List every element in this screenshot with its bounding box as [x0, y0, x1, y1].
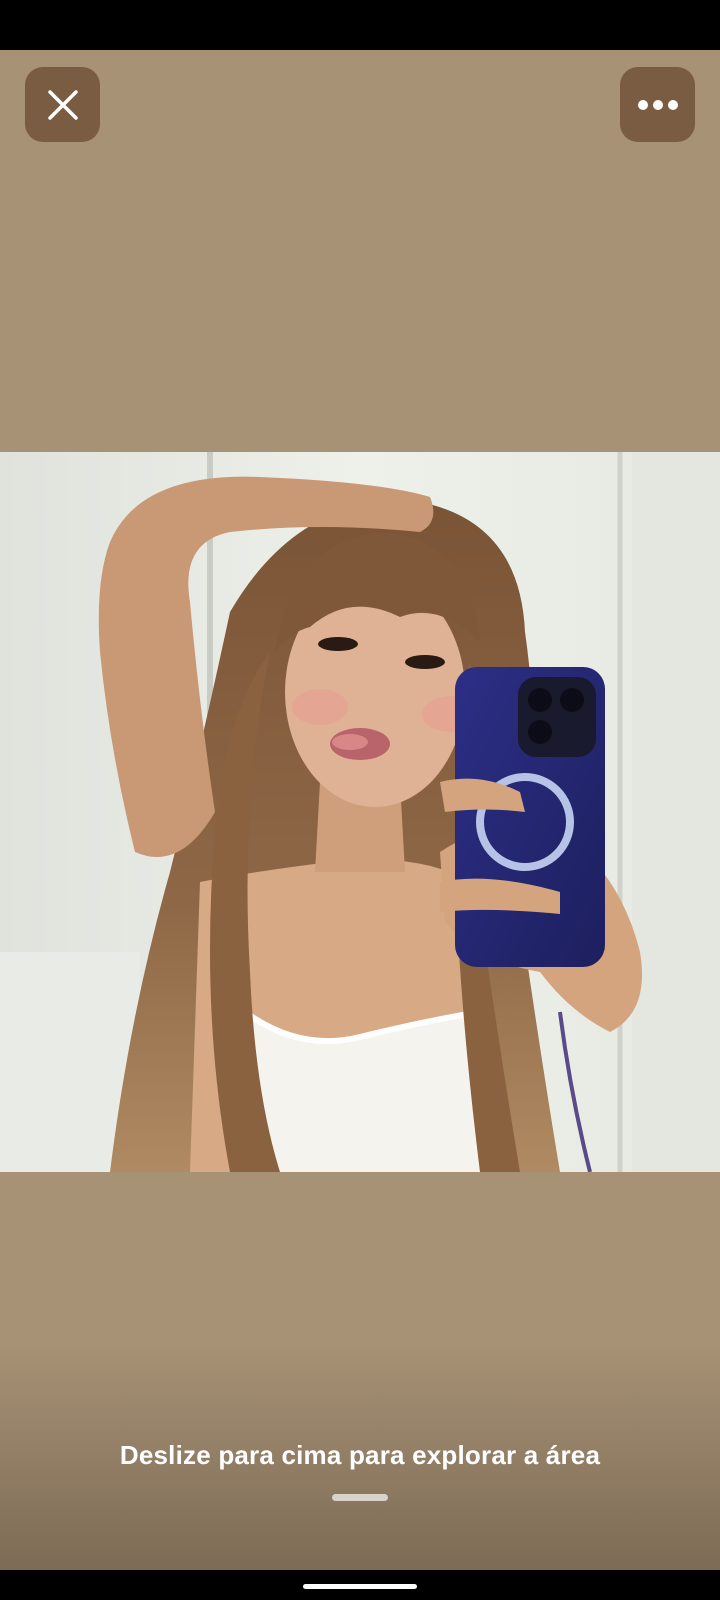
pin-image[interactable] — [0, 452, 720, 1172]
status-bar — [0, 0, 720, 50]
mirror-selfie-photo — [0, 452, 720, 1172]
more-options-button[interactable] — [620, 67, 695, 142]
drag-handle[interactable] — [332, 1494, 388, 1501]
home-indicator[interactable] — [303, 1584, 417, 1589]
swipe-up-hint: Deslize para cima para explorar a área — [119, 1440, 601, 1470]
more-horizontal-icon — [637, 99, 678, 110]
close-button[interactable] — [25, 67, 100, 142]
close-icon — [47, 89, 78, 120]
